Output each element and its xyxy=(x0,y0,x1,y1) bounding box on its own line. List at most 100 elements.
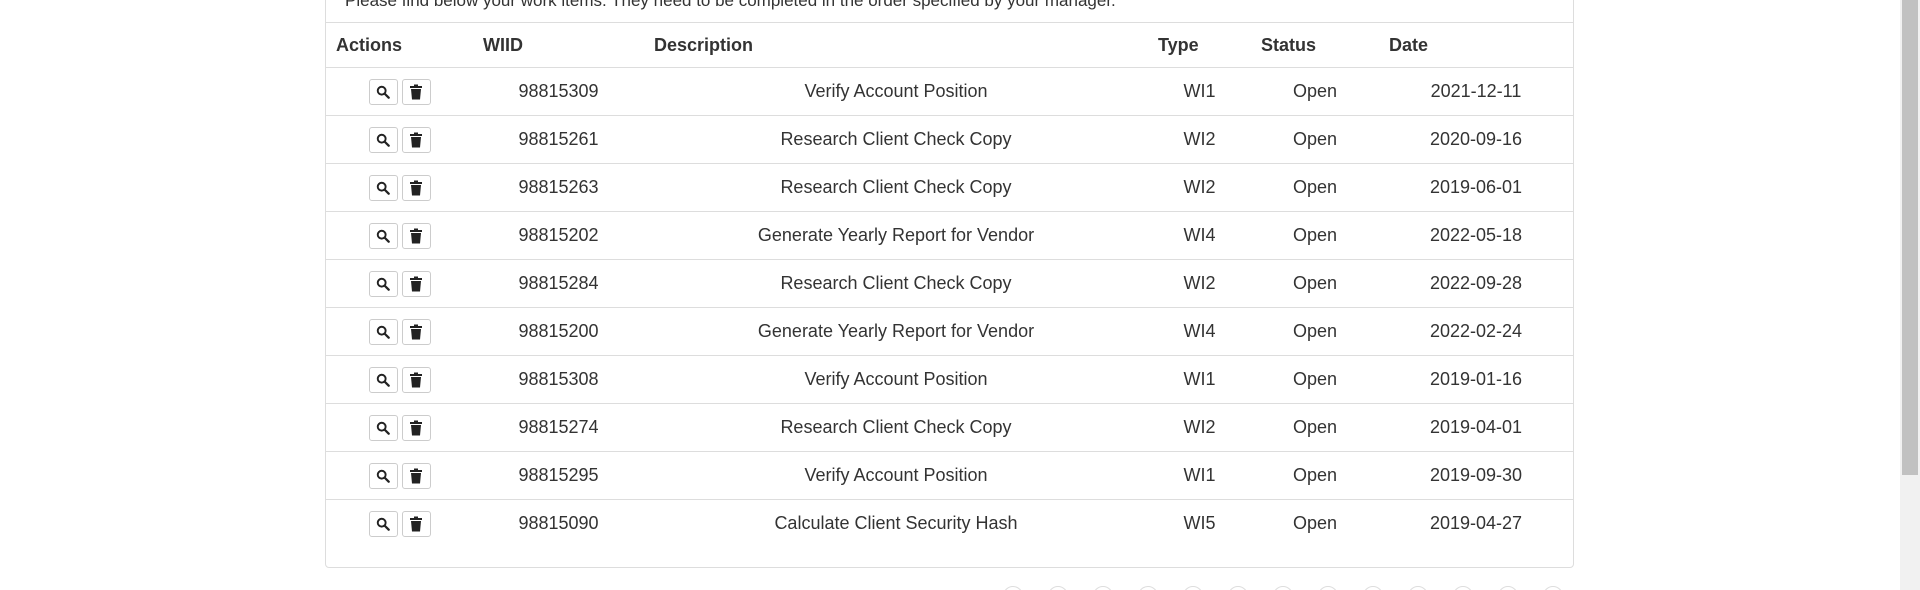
trash-icon xyxy=(410,468,422,483)
cell-status: Open xyxy=(1251,259,1379,308)
delete-button[interactable] xyxy=(401,174,431,201)
work-items-panel: Please find below your work items. They … xyxy=(325,0,1574,568)
row-actions xyxy=(326,163,473,212)
work-items-page: Please find below your work items. They … xyxy=(0,0,1920,590)
cell-description: Research Client Check Copy xyxy=(644,115,1148,164)
cell-date: 2022-09-28 xyxy=(1379,259,1573,308)
row-actions xyxy=(326,403,473,452)
delete-button[interactable] xyxy=(401,126,431,153)
row-actions xyxy=(326,115,473,164)
cell-wiid: 98815274 xyxy=(473,403,644,452)
cell-date: 2019-01-16 xyxy=(1379,355,1573,404)
view-button[interactable] xyxy=(368,174,398,201)
pagination-dot[interactable] xyxy=(1138,586,1158,590)
search-icon xyxy=(376,229,390,243)
pagination-dot[interactable] xyxy=(1183,586,1203,590)
cell-status: Open xyxy=(1251,67,1379,116)
trash-icon xyxy=(410,228,422,243)
cell-wiid: 98815263 xyxy=(473,163,644,212)
row-actions xyxy=(326,451,473,500)
trash-icon xyxy=(410,324,422,339)
trash-icon xyxy=(410,132,422,147)
search-icon xyxy=(376,133,390,147)
view-button[interactable] xyxy=(368,126,398,153)
table-row: 98815274 Research Client Check Copy WI2 … xyxy=(326,403,1573,452)
cell-status: Open xyxy=(1251,355,1379,404)
cell-status: Open xyxy=(1251,307,1379,356)
search-icon xyxy=(376,421,390,435)
search-icon xyxy=(376,517,390,531)
pagination-dot[interactable] xyxy=(1093,586,1113,590)
delete-button[interactable] xyxy=(401,270,431,297)
cell-description: Calculate Client Security Hash xyxy=(774,513,1018,534)
pagination-dot[interactable] xyxy=(1363,586,1383,590)
row-actions xyxy=(326,211,473,260)
cell-description: Verify Account Position xyxy=(644,451,1148,500)
cell-type: WI5 xyxy=(1183,513,1216,534)
pagination-dot[interactable] xyxy=(1543,586,1563,590)
table-row: 98815202 Generate Yearly Report for Vend… xyxy=(326,211,1573,260)
view-button[interactable] xyxy=(368,366,398,393)
cell-wiid: 98815308 xyxy=(473,355,644,404)
pagination-dot[interactable] xyxy=(1003,586,1023,590)
scrollbar-thumb[interactable] xyxy=(1902,0,1918,475)
view-button[interactable] xyxy=(368,78,398,105)
pagination-dot[interactable] xyxy=(1318,586,1338,590)
search-icon xyxy=(376,277,390,291)
table-row: 98815308 Verify Account Position WI1 Ope… xyxy=(326,355,1573,404)
delete-button[interactable] xyxy=(401,366,431,393)
table-row: 98815309 Verify Account Position WI1 Ope… xyxy=(326,67,1573,116)
delete-button[interactable] xyxy=(401,510,431,537)
trash-icon xyxy=(410,180,422,195)
cell-description: Verify Account Position xyxy=(644,355,1148,404)
cell-date: 2021-12-11 xyxy=(1379,67,1573,116)
view-button[interactable] xyxy=(368,462,398,489)
pagination-dot[interactable] xyxy=(1453,586,1473,590)
cell-date: 2019-04-01 xyxy=(1379,403,1573,452)
delete-button[interactable] xyxy=(401,414,431,441)
intro-text: Please find below your work items. They … xyxy=(345,0,1116,10)
header-type: Type xyxy=(1148,22,1251,68)
row-actions xyxy=(326,355,473,404)
trash-icon xyxy=(410,372,422,387)
cell-wiid: 98815200 xyxy=(473,307,644,356)
cell-description: Generate Yearly Report for Vendor xyxy=(644,307,1148,356)
trash-icon xyxy=(410,84,422,99)
cell-status: Open xyxy=(1251,403,1379,452)
view-button[interactable] xyxy=(368,270,398,297)
cell-status: Open xyxy=(1292,513,1338,534)
cell-wiid: 98815261 xyxy=(473,115,644,164)
header-wiid: WIID xyxy=(473,22,644,68)
row-actions xyxy=(326,307,473,356)
cell-status: Open xyxy=(1251,451,1379,500)
pagination-dot[interactable] xyxy=(1228,586,1248,590)
search-icon xyxy=(376,85,390,99)
cell-wiid: 98815284 xyxy=(473,259,644,308)
delete-button[interactable] xyxy=(401,318,431,345)
table-row: 98815200 Generate Yearly Report for Vend… xyxy=(326,307,1573,356)
cell-type: WI2 xyxy=(1148,403,1251,452)
delete-button[interactable] xyxy=(401,222,431,249)
pagination-dot[interactable] xyxy=(1048,586,1068,590)
table-body: 98815309 Verify Account Position WI1 Ope… xyxy=(326,67,1573,548)
delete-button[interactable] xyxy=(401,78,431,105)
view-button[interactable] xyxy=(368,510,398,537)
trash-icon xyxy=(410,516,422,532)
cell-type: WI2 xyxy=(1148,259,1251,308)
cell-description: Verify Account Position xyxy=(644,67,1148,116)
search-icon xyxy=(376,325,390,339)
cell-description: Research Client Check Copy xyxy=(644,163,1148,212)
cell-status: Open xyxy=(1251,115,1379,164)
view-button[interactable] xyxy=(368,222,398,249)
cell-type: WI2 xyxy=(1148,163,1251,212)
cell-type: WI4 xyxy=(1148,307,1251,356)
pagination-dots xyxy=(1003,586,1563,590)
view-button[interactable] xyxy=(368,414,398,441)
pagination-dot[interactable] xyxy=(1408,586,1428,590)
delete-button[interactable] xyxy=(401,462,431,489)
view-button[interactable] xyxy=(368,318,398,345)
vertical-scrollbar[interactable] xyxy=(1900,0,1920,590)
table-row: 98815263 Research Client Check Copy WI2 … xyxy=(326,163,1573,212)
pagination-dot[interactable] xyxy=(1273,586,1293,590)
pagination-dot[interactable] xyxy=(1498,586,1518,590)
